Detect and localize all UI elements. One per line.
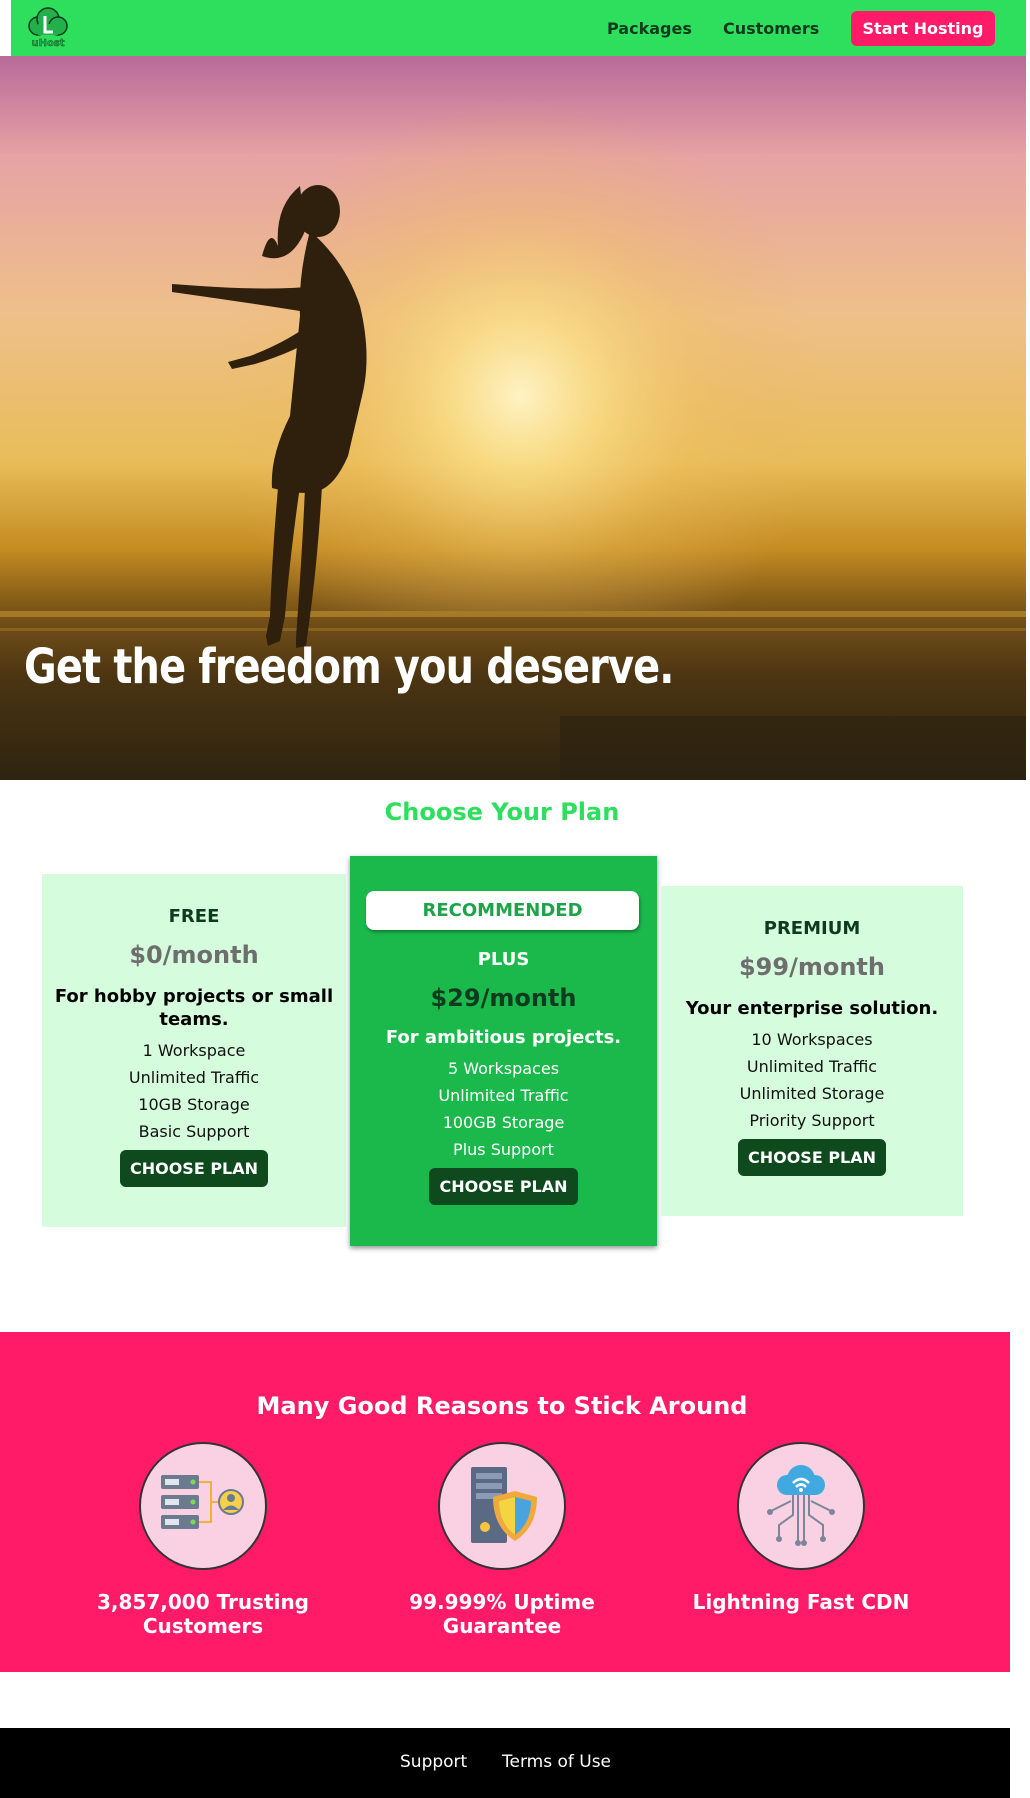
hero-section: Get the freedom you deserve. [0,56,1026,780]
plan-description: For hobby projects or small teams. [54,986,334,1030]
plan-feature: Unlimited Traffic [746,1057,878,1076]
choose-plan-button-premium[interactable]: CHOOSE PLAN [737,1139,887,1176]
uhost-logo[interactable]: uHost [26,6,70,49]
reason-customers: 3,857,000 Trusting Customers [73,1442,333,1638]
nav-link-packages[interactable]: Packages [607,19,692,38]
nav-customers: Customers [723,0,819,56]
plan-feature: Priority Support [749,1111,875,1130]
plan-feature: Unlimited Traffic [128,1068,260,1087]
cloud-icon [28,7,68,36]
customers-server-icon [139,1442,267,1570]
nav-packages: Packages [607,0,692,56]
plan-price: $0/month [129,941,259,969]
plan-feature: Plus Support [453,1140,554,1159]
reason-uptime: 99.999% Uptime Guarantee [372,1442,632,1638]
plans-title: Choose Your Plan [384,798,620,826]
hero-title: Get the freedom you deserve. [24,639,674,695]
plan-feature: 10GB Storage [138,1095,250,1114]
plan-card-free: FREE $0/month For hobby projects or smal… [42,874,346,1227]
choose-plan-button-plus[interactable]: CHOOSE PLAN [429,1168,578,1205]
plan-name: PREMIUM [763,918,861,939]
plan-feature: 5 Workspaces [447,1059,560,1078]
plan-name: FREE [168,906,220,927]
footer-link-terms[interactable]: Terms of Use [502,1752,611,1772]
plan-price: $29/month [430,984,577,1012]
reasons-title: Many Good Reasons to Stick Around [256,1392,748,1420]
reason-label: 3,857,000 Trusting Customers [97,1590,309,1638]
plan-description: Your enterprise solution. [685,998,939,1019]
plan-feature: 100GB Storage [442,1113,565,1132]
choose-plan-button-free[interactable]: CHOOSE PLAN [119,1150,269,1187]
plan-price: $99/month [738,953,885,981]
footer: Support Terms of Use [0,1728,1010,1798]
plan-feature: Unlimited Traffic [438,1086,569,1105]
reason-label: Lightning Fast CDN [692,1590,910,1614]
plan-feature: 10 Workspaces [751,1030,873,1049]
start-hosting-button[interactable]: Start Hosting [851,11,995,46]
footer-link-support[interactable]: Support [400,1752,467,1772]
reason-cdn: Lightning Fast CDN [671,1442,931,1614]
logo-text: uHost [31,38,64,48]
server-shield-icon [438,1442,566,1570]
nav-link-customers[interactable]: Customers [723,19,819,38]
reasons-section: Many Good Reasons to Stick Around 3,857,… [0,1332,1010,1672]
reason-label: 99.999% Uptime Guarantee [409,1590,595,1638]
recommended-badge: RECOMMENDED [366,891,639,930]
plan-feature: 1 Workspace [142,1041,246,1060]
plan-card-plus: RECOMMENDED PLUS $29/month For ambitious… [350,856,657,1246]
plan-feature: Unlimited Storage [739,1084,885,1103]
plan-description: For ambitious projects. [385,1027,622,1048]
main-header: uHost Packages Customers Start Hosting [11,0,1026,56]
plan-name: PLUS [477,949,530,970]
cloud-network-icon [737,1442,865,1570]
plan-card-premium: PREMIUM $99/month Your enterprise soluti… [661,886,963,1216]
plan-feature: Basic Support [138,1122,250,1141]
